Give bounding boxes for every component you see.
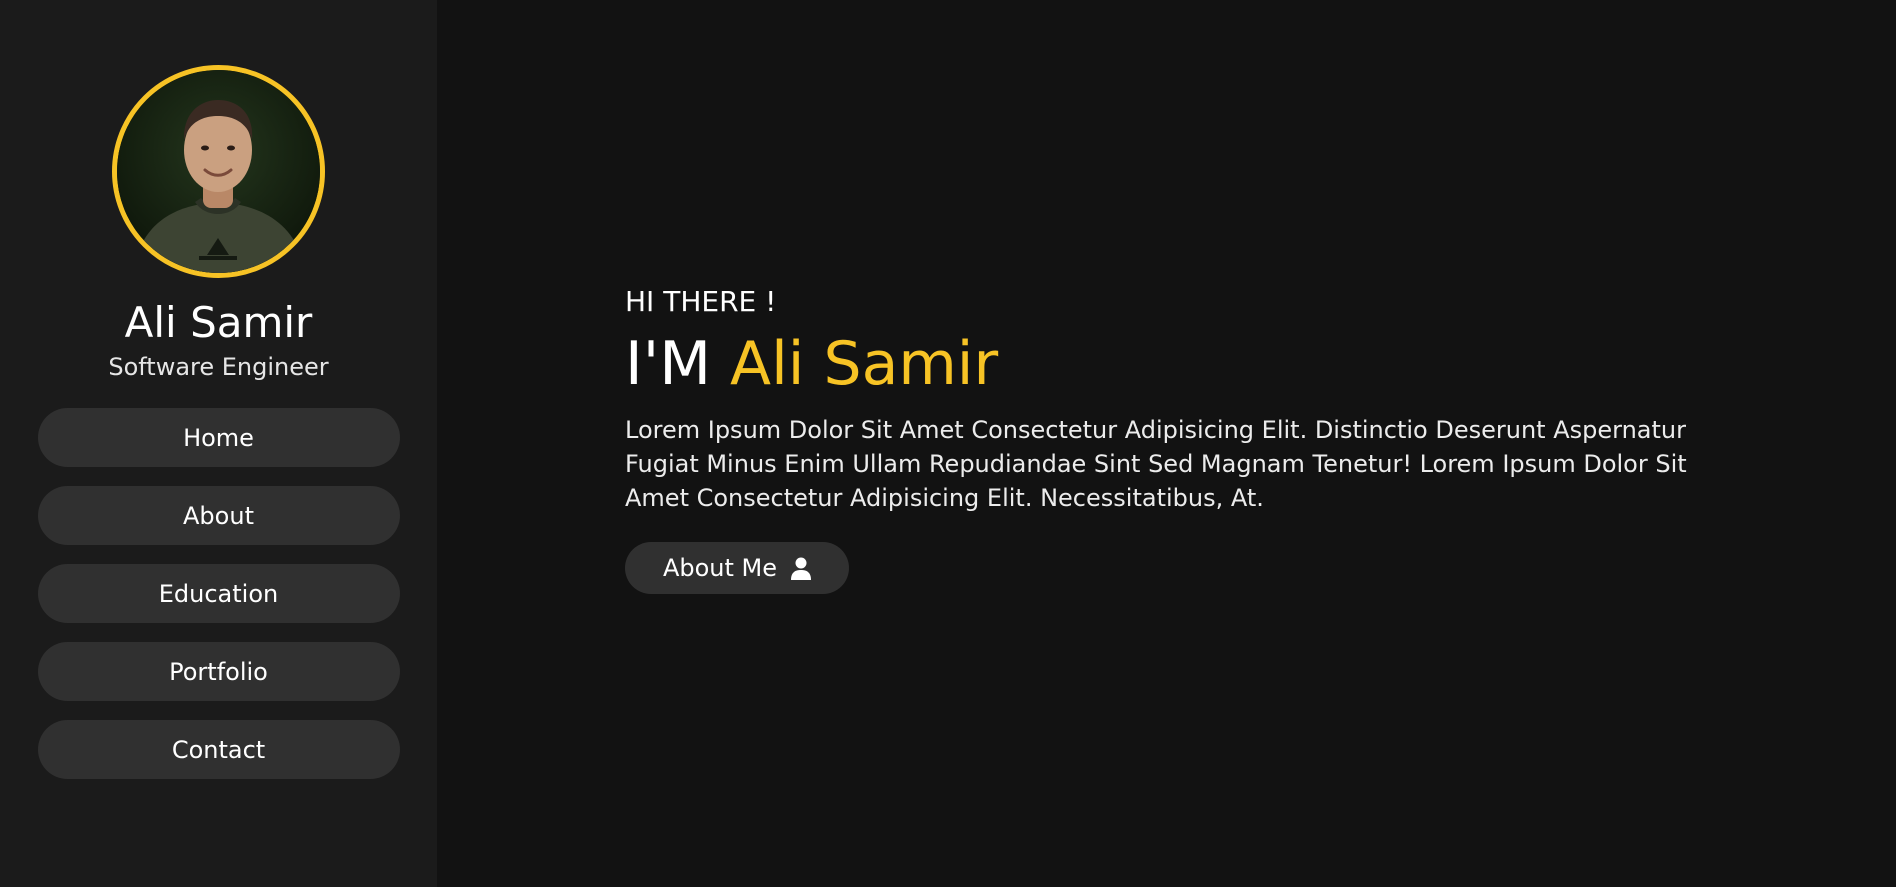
nav-item-contact[interactable]: Contact: [37, 720, 400, 779]
nav-item-education[interactable]: Education: [37, 564, 400, 623]
hero-greeting: HI THERE !: [625, 285, 777, 318]
hero-section: HI THERE ! I'M Ali Samir Lorem Ipsum Dol…: [625, 285, 1735, 594]
user-icon: [791, 557, 812, 580]
about-me-button-label: About Me: [662, 554, 778, 582]
headline-name: Ali Samir: [730, 329, 999, 399]
headline-prefix: I'M: [625, 329, 711, 399]
profile-name: Ali Samir: [124, 298, 313, 347]
nav-item-about[interactable]: About: [37, 486, 400, 545]
avatar: [112, 65, 325, 278]
hero-headline: I'M Ali Samir: [625, 329, 1735, 399]
profile-photo: [117, 70, 320, 273]
main-content: HI THERE ! I'M Ali Samir Lorem Ipsum Dol…: [437, 0, 1896, 887]
sidebar: Ali Samir Software Engineer Home About E…: [0, 0, 437, 887]
hero-bio: Lorem Ipsum Dolor Sit Amet Consectetur A…: [625, 416, 1687, 512]
about-me-button[interactable]: About Me: [625, 542, 849, 594]
sidebar-nav: Home About Education Portfolio Contact: [37, 408, 400, 779]
page: Ali Samir Software Engineer Home About E…: [0, 0, 1896, 887]
nav-item-home[interactable]: Home: [37, 408, 400, 467]
nav-item-portfolio[interactable]: Portfolio: [37, 642, 400, 701]
profile-role: Software Engineer: [108, 353, 329, 381]
